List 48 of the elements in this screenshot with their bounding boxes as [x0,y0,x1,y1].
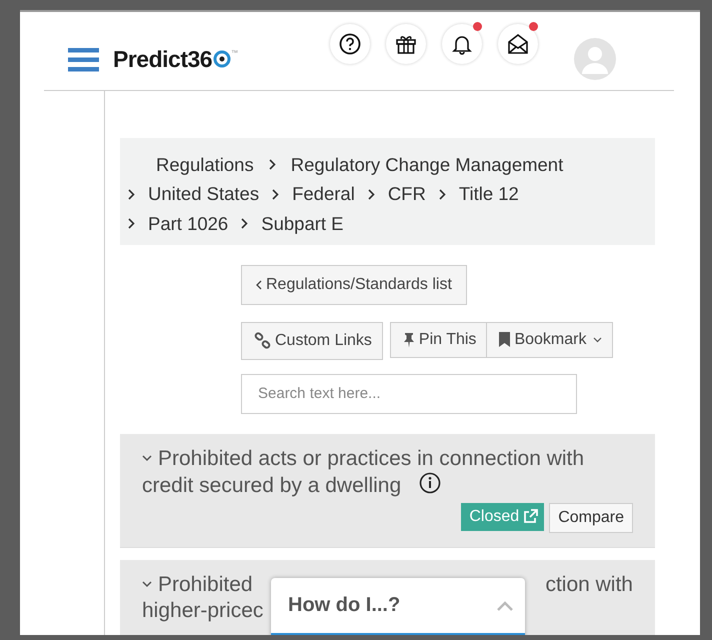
help-panel-title: How do I...? [288,594,400,617]
help-icon [339,33,362,55]
chevron-down-icon [142,581,152,588]
regulation-title[interactable]: ction with [545,572,633,598]
info-icon[interactable] [419,472,442,494]
chevron-right-icon [438,188,446,200]
breadcrumb-link[interactable]: Regulations [156,154,254,176]
search-field[interactable]: Search text here... [241,374,577,414]
chevron-right-icon [272,188,280,200]
help-button[interactable] [330,24,370,64]
custom-links-button[interactable]: Custom Links [241,322,383,360]
gift-button[interactable] [386,24,426,64]
chevron-right-icon [268,159,276,170]
chevron-left-icon [256,280,262,290]
compare-button[interactable]: Compare [549,502,633,532]
regulation-title[interactable]: Prohibited acts or practices in connection with credit secured by a dwelling [142,446,633,498]
chevron-right-icon [128,218,135,230]
bookmark-button[interactable]: Bookmark [487,322,614,358]
external-link-icon [523,509,538,524]
regulation-title[interactable]: Prohibited [142,572,253,598]
help-panel[interactable]: How do I...? [271,578,525,635]
breadcrumb-link[interactable]: United States [148,183,260,206]
menu-icon[interactable] [68,48,99,72]
regulation-title[interactable]: higher-pricec [142,598,264,622]
breadcrumb-link[interactable]: Federal [292,183,355,206]
breadcrumb-link[interactable]: CFR [388,183,426,206]
breadcrumb-link[interactable]: Subpart E [261,212,344,235]
chevron-down-icon [142,455,152,462]
bookmark-icon [499,332,510,347]
back-to-list-button[interactable]: Regulations/Standards list [241,264,467,304]
link-icon [254,332,271,349]
chevron-right-icon [368,188,375,200]
breadcrumb-link[interactable]: Part 1026 [148,212,228,235]
notification-dot [473,22,482,31]
breadcrumb-link[interactable]: Regulatory Change Management [290,154,564,176]
pin-this-button[interactable]: Pin This [390,322,488,358]
bell-button[interactable] [442,24,482,64]
mail-button[interactable] [498,24,538,64]
chevron-right-icon [128,188,135,200]
chevron-right-icon [241,218,248,230]
breadcrumb-link[interactable]: Title 12 [458,183,519,206]
envelope-icon [507,33,530,55]
logo: Predict36 $^{™}$ [113,46,238,72]
notification-dot [529,22,538,31]
gift-icon [395,33,418,55]
caret-icon [593,336,602,342]
pin-icon [402,332,415,348]
bell-icon [451,33,474,55]
